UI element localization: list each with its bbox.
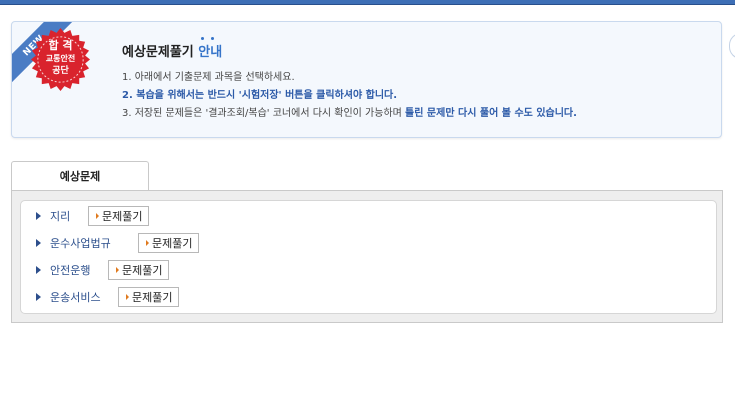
guide-title-accent: 안내 xyxy=(198,45,223,60)
guide-line-3-highlight: 틀린 문제만 다시 풀어 볼 수도 있습니다. xyxy=(405,108,577,119)
orange-arrow-icon xyxy=(116,267,119,273)
triangle-right-icon xyxy=(36,239,41,247)
badge-line-2: 교통안전 xyxy=(45,54,76,63)
top-bar xyxy=(0,0,735,5)
list-item-geography: 지리 xyxy=(36,206,70,226)
solve-button-transport-service[interactable]: 문제풀기 xyxy=(118,287,180,307)
side-toggle[interactable] xyxy=(729,33,735,59)
list-item-transport-service: 운송서비스 xyxy=(36,287,101,307)
solve-button-label: 문제풀기 xyxy=(122,264,163,277)
subject-list: 지리 문제풀기 운수사업법규 문제풀기 안전운행 문제풀기 운송서비스 문제풀기 xyxy=(20,200,717,314)
triangle-right-icon xyxy=(36,293,41,301)
tab-expected-questions[interactable]: 예상문제 xyxy=(11,161,149,191)
tab-label: 예상문제 xyxy=(59,170,101,183)
list-item-transport-law: 운수사업법규 xyxy=(36,233,111,253)
list-item-safe-driving: 안전운행 xyxy=(36,260,90,280)
solve-button-safe-driving[interactable]: 문제풀기 xyxy=(108,260,170,280)
badge-text: 합 격 교통안전 공단 xyxy=(28,39,93,78)
solve-button-label: 문제풀기 xyxy=(152,237,193,250)
triangle-right-icon xyxy=(36,212,41,220)
solve-button-label: 문제풀기 xyxy=(132,291,173,304)
solve-button-geography[interactable]: 문제풀기 xyxy=(88,206,150,226)
guide-title: 예상문제풀기 안내 xyxy=(122,41,222,60)
badge-line-1: 합 격 xyxy=(48,39,73,52)
subject-panel: 지리 문제풀기 운수사업법규 문제풀기 안전운행 문제풀기 운송서비스 문제풀기 xyxy=(11,190,723,323)
title-dots xyxy=(201,37,215,40)
triangle-right-icon xyxy=(36,266,41,274)
orange-arrow-icon xyxy=(146,240,149,246)
guide-box: NEW xyxy=(11,21,722,138)
badge-line-3: 공단 xyxy=(52,66,69,76)
orange-arrow-icon xyxy=(96,213,99,219)
guide-line-2: 2. 복습을 위해서는 반드시 '시험저장' 버튼을 클릭하셔야 합니다. xyxy=(122,90,398,101)
guide-line-3-text: 3. 저장된 문제들은 '결과조회/복습' 코너에서 다시 확인이 가능하며 xyxy=(122,108,406,119)
guide-line-1: 1. 아래에서 기출문제 과목을 선택하세요. xyxy=(122,72,295,83)
orange-arrow-icon xyxy=(126,294,129,300)
subject-name[interactable]: 지리 xyxy=(50,208,70,224)
solve-button-transport-law[interactable]: 문제풀기 xyxy=(138,233,200,253)
subject-name[interactable]: 운송서비스 xyxy=(50,289,101,305)
subject-name[interactable]: 안전운행 xyxy=(50,262,90,278)
guide-line-3: 3. 저장된 문제들은 '결과조회/복습' 코너에서 다시 확인이 가능하며 틀… xyxy=(122,104,577,119)
solve-button-label: 문제풀기 xyxy=(102,210,143,223)
subject-name[interactable]: 운수사업법규 xyxy=(50,235,111,251)
guide-title-main: 예상문제풀기 xyxy=(122,45,194,60)
